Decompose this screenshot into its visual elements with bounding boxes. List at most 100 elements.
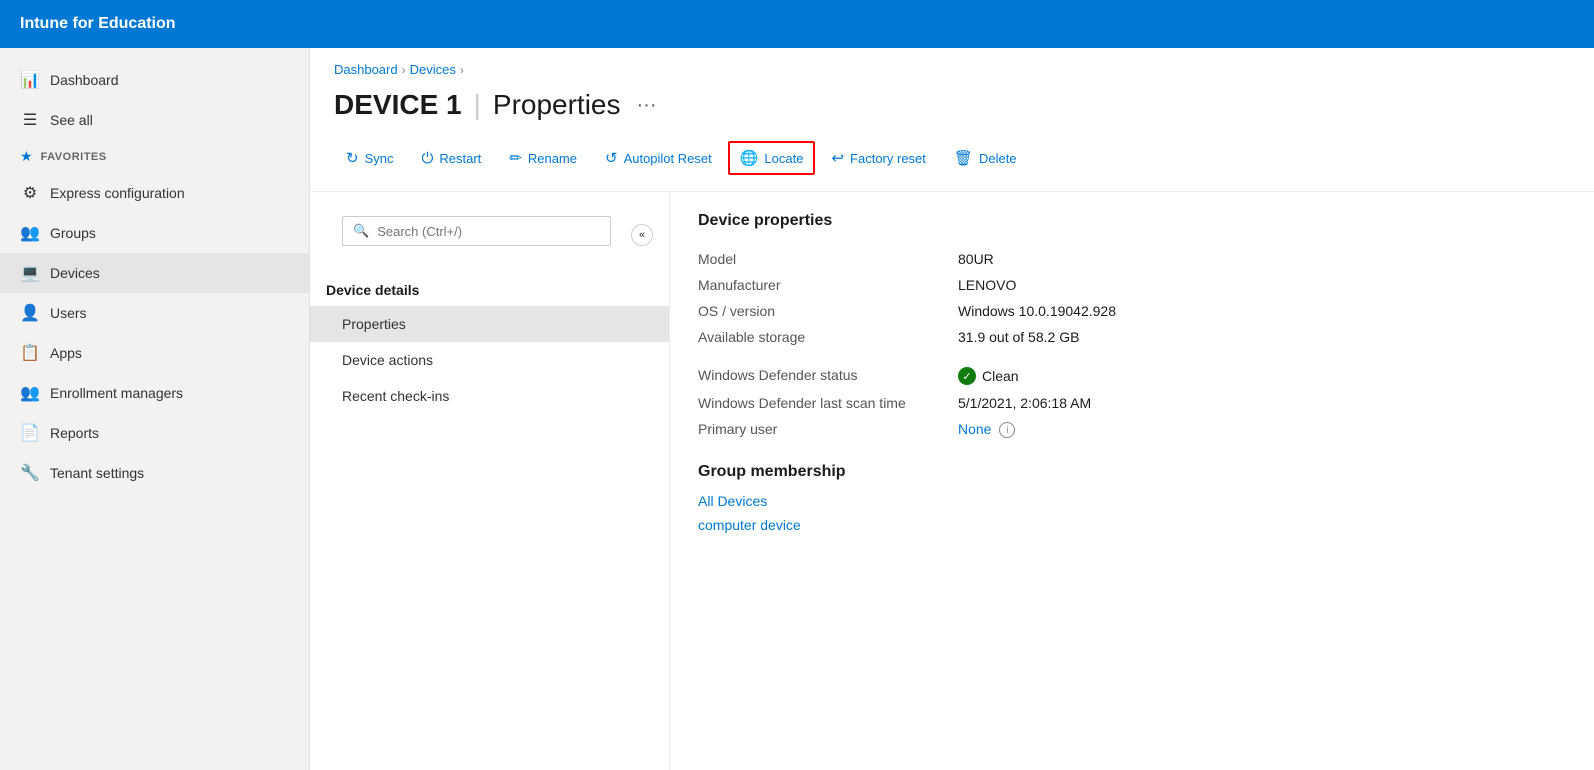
sidebar-item-apps[interactable]: 📋 Apps bbox=[0, 333, 309, 373]
left-nav-section-title: Device details bbox=[310, 278, 669, 306]
app-title: Intune for Education bbox=[20, 15, 176, 33]
left-nav-recent-check-ins[interactable]: Recent check-ins bbox=[310, 378, 669, 414]
rename-label: Rename bbox=[528, 151, 577, 166]
os-version-label: OS / version bbox=[698, 298, 958, 324]
info-icon[interactable]: i bbox=[999, 422, 1015, 438]
sidebar-label-apps: Apps bbox=[50, 345, 82, 361]
reports-icon: 📄 bbox=[20, 423, 40, 443]
sidebar-item-see-all[interactable]: ☰ See all bbox=[0, 100, 309, 140]
scan-time-label: Windows Defender last scan time bbox=[698, 390, 958, 416]
left-nav-device-actions[interactable]: Device actions bbox=[310, 342, 669, 378]
locate-icon: 🌐 bbox=[740, 149, 759, 167]
action-toolbar: ↻ Sync ⏻ Restart ✏ Rename ↺ Autopilot Re… bbox=[310, 137, 1594, 192]
sidebar-label-devices: Devices bbox=[50, 265, 100, 281]
delete-button[interactable]: 🗑 Delete bbox=[942, 141, 1029, 175]
sidebar-item-tenant-settings[interactable]: 🔧 Tenant settings bbox=[0, 453, 309, 493]
model-value: 80UR bbox=[958, 246, 1566, 272]
sidebar-item-groups[interactable]: 👥 Groups bbox=[0, 213, 309, 253]
apps-icon: 📋 bbox=[20, 343, 40, 363]
sidebar-label-express-config: Express configuration bbox=[50, 185, 185, 201]
rename-icon: ✏ bbox=[509, 149, 522, 167]
users-icon: 👤 bbox=[20, 303, 40, 323]
group-link-all-devices[interactable]: All Devices bbox=[698, 493, 1566, 509]
delete-icon: 🗑 bbox=[954, 149, 973, 167]
device-properties-table: Model 80UR Manufacturer LENOVO OS / vers… bbox=[698, 246, 1566, 443]
left-nav-device-actions-label: Device actions bbox=[342, 352, 433, 368]
left-nav-recent-check-ins-label: Recent check-ins bbox=[342, 388, 449, 404]
rename-button[interactable]: ✏ Rename bbox=[497, 141, 589, 175]
page-title-divider: | bbox=[474, 89, 481, 121]
sidebar-label-users: Users bbox=[50, 305, 87, 321]
locate-label: Locate bbox=[764, 151, 803, 166]
clean-icon: ✓ bbox=[958, 367, 976, 385]
sidebar-label-tenant-settings: Tenant settings bbox=[50, 465, 144, 481]
main-content: Dashboard › Devices › DEVICE 1 | Propert… bbox=[310, 48, 1594, 770]
favorites-section: ★ FAVORITES bbox=[0, 140, 309, 173]
topbar: Intune for Education bbox=[0, 0, 1594, 48]
sync-icon: ↻ bbox=[346, 149, 359, 167]
primary-user-value: None i bbox=[958, 416, 1566, 443]
express-config-icon: ⚙ bbox=[20, 183, 40, 203]
factory-reset-icon: ↩ bbox=[831, 149, 844, 167]
table-row: OS / version Windows 10.0.19042.928 bbox=[698, 298, 1566, 324]
left-nav-collapse-button[interactable]: « bbox=[631, 224, 653, 246]
sync-button[interactable]: ↻ Sync bbox=[334, 141, 405, 175]
primary-user-link[interactable]: None bbox=[958, 421, 991, 437]
sidebar-label-dashboard: Dashboard bbox=[50, 72, 119, 88]
more-options-button[interactable]: ··· bbox=[637, 94, 657, 117]
groups-icon: 👥 bbox=[20, 223, 40, 243]
content-panels: 🔍 « Device details Properties Device act… bbox=[310, 192, 1594, 770]
locate-button[interactable]: 🌐 Locate bbox=[728, 141, 816, 175]
clean-label: Clean bbox=[982, 368, 1019, 384]
restart-icon: ⏻ bbox=[421, 150, 433, 167]
sidebar-label-reports: Reports bbox=[50, 425, 99, 441]
search-input[interactable] bbox=[377, 224, 600, 239]
breadcrumb: Dashboard › Devices › bbox=[310, 48, 1594, 81]
enrollment-icon: 👥 bbox=[20, 383, 40, 403]
manufacturer-value: LENOVO bbox=[958, 272, 1566, 298]
breadcrumb-dashboard[interactable]: Dashboard bbox=[334, 62, 398, 77]
os-version-value: Windows 10.0.19042.928 bbox=[958, 298, 1566, 324]
autopilot-reset-button[interactable]: ↺ Autopilot Reset bbox=[593, 141, 724, 175]
group-membership-title: Group membership bbox=[698, 463, 1566, 481]
page-header: DEVICE 1 | Properties ··· bbox=[310, 81, 1594, 137]
defender-status-label: Windows Defender status bbox=[698, 362, 958, 390]
left-nav-properties-label: Properties bbox=[342, 316, 406, 332]
autopilot-reset-icon: ↺ bbox=[605, 149, 618, 167]
right-detail: Device properties Model 80UR Manufacture… bbox=[670, 192, 1594, 770]
restart-label: Restart bbox=[439, 151, 481, 166]
table-row: Primary user None i bbox=[698, 416, 1566, 443]
table-row: Windows Defender status ✓ Clean bbox=[698, 362, 1566, 390]
left-nav-search-container: 🔍 bbox=[342, 216, 611, 246]
breadcrumb-sep-1: › bbox=[402, 63, 406, 77]
left-nav: 🔍 « Device details Properties Device act… bbox=[310, 192, 670, 770]
primary-user-label: Primary user bbox=[698, 416, 958, 443]
list-icon: ☰ bbox=[20, 110, 40, 130]
restart-button[interactable]: ⏻ Restart bbox=[409, 142, 493, 175]
model-label: Model bbox=[698, 246, 958, 272]
factory-reset-button[interactable]: ↩ Factory reset bbox=[819, 141, 937, 175]
storage-label: Available storage bbox=[698, 324, 958, 350]
sidebar-item-express-config[interactable]: ⚙ Express configuration bbox=[0, 173, 309, 213]
sidebar-item-devices[interactable]: 💻 Devices bbox=[0, 253, 309, 293]
autopilot-reset-label: Autopilot Reset bbox=[624, 151, 712, 166]
defender-status-value: ✓ Clean bbox=[958, 362, 1566, 390]
tenant-icon: 🔧 bbox=[20, 463, 40, 483]
sidebar-item-enrollment-managers[interactable]: 👥 Enrollment managers bbox=[0, 373, 309, 413]
sidebar: 📊 Dashboard ☰ See all ★ FAVORITES ⚙ Expr… bbox=[0, 48, 310, 770]
sidebar-label-see-all: See all bbox=[50, 112, 93, 128]
sidebar-item-reports[interactable]: 📄 Reports bbox=[0, 413, 309, 453]
page-title-section: Properties bbox=[493, 89, 621, 121]
device-properties-title: Device properties bbox=[698, 212, 1566, 230]
left-nav-properties[interactable]: Properties bbox=[310, 306, 669, 342]
table-row: Model 80UR bbox=[698, 246, 1566, 272]
sync-label: Sync bbox=[365, 151, 394, 166]
table-row: Available storage 31.9 out of 58.2 GB bbox=[698, 324, 1566, 350]
group-link-computer-device[interactable]: computer device bbox=[698, 517, 1566, 533]
breadcrumb-devices[interactable]: Devices bbox=[410, 62, 456, 77]
star-icon: ★ bbox=[20, 148, 33, 165]
table-row: Windows Defender last scan time 5/1/2021… bbox=[698, 390, 1566, 416]
sidebar-item-users[interactable]: 👤 Users bbox=[0, 293, 309, 333]
sidebar-item-dashboard[interactable]: 📊 Dashboard bbox=[0, 60, 309, 100]
favorites-label: FAVORITES bbox=[41, 151, 107, 163]
